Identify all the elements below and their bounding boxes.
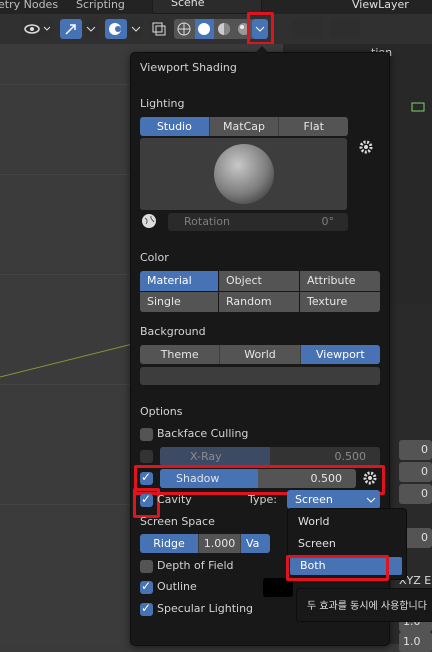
tab-scripting[interactable]: Scripting xyxy=(76,0,125,11)
cursor-icon xyxy=(65,24,76,35)
location-z-field[interactable]: 0 xyxy=(399,484,432,504)
shading-dropdown-button[interactable] xyxy=(252,19,268,39)
shading-mode-group xyxy=(174,19,254,39)
scene-name: Scene xyxy=(171,0,205,9)
overlay-toggle[interactable] xyxy=(105,19,127,39)
shadow-intensity-slider[interactable]: Shadow 0.500 xyxy=(160,469,356,488)
ridge-field[interactable]: Ridge 1.000 Va xyxy=(140,534,270,553)
cavity-type-menu: World Screen Both xyxy=(287,508,407,580)
tab-geometry-nodes[interactable]: etry Nodes xyxy=(0,0,58,11)
color-random-option[interactable]: Random xyxy=(219,292,299,312)
menu-item-both-label: Both xyxy=(300,559,326,572)
background-viewport-option[interactable]: Viewport xyxy=(300,345,380,364)
chevron-down-icon xyxy=(255,26,265,32)
sphere-preview-icon xyxy=(214,144,274,204)
lighting-matcap-option[interactable]: MatCap xyxy=(209,117,280,136)
backface-culling-label: Backface Culling xyxy=(157,427,249,440)
chevron-down-icon xyxy=(86,26,96,32)
depth-of-field-checkbox[interactable] xyxy=(140,560,153,573)
color-attribute-option[interactable]: Attribute xyxy=(300,271,380,291)
shadow-checkbox[interactable] xyxy=(140,470,153,485)
color-material-option[interactable]: Material xyxy=(140,271,218,291)
location-y-field[interactable]: 0 xyxy=(399,462,432,482)
cavity-type-label: Type: xyxy=(248,493,277,506)
background-heading: Background xyxy=(140,325,206,338)
rotation-label: Rotation xyxy=(184,215,231,228)
lighting-mode-selector: Studio MatCap Flat xyxy=(140,117,348,136)
gizmo-dropdown[interactable] xyxy=(84,19,98,39)
xray-toggle-icon xyxy=(152,22,166,36)
display-mode-button[interactable] xyxy=(330,19,360,39)
scene-selector[interactable]: Scene xyxy=(152,0,262,14)
rotation-value: 0° xyxy=(321,215,335,228)
ridge-value: 1.000 xyxy=(199,534,241,553)
popover-title: Viewport Shading xyxy=(140,61,237,74)
specular-lighting-label: Specular Lighting xyxy=(157,602,254,615)
menu-item-screen[interactable]: Screen xyxy=(298,537,336,550)
outline-color-swatch[interactable] xyxy=(263,578,293,597)
camera-icon xyxy=(411,102,425,112)
wireframe-icon[interactable] xyxy=(177,22,191,36)
xray-checkbox[interactable] xyxy=(140,450,153,463)
cavity-type-select[interactable]: Screen xyxy=(287,490,380,509)
tooltip-text: 두 효과를 동시에 사용합니다 xyxy=(307,601,427,612)
gear-icon[interactable] xyxy=(362,470,378,486)
visibility-dropdown[interactable] xyxy=(22,19,52,39)
background-world-option[interactable]: World xyxy=(220,345,301,364)
menu-item-world[interactable]: World xyxy=(298,515,330,528)
solid-icon[interactable] xyxy=(198,23,210,35)
chevron-down-icon xyxy=(366,497,376,503)
xray-alpha-slider[interactable]: X-Ray 0.500 xyxy=(160,447,380,466)
background-mode-selector: Theme World Viewport xyxy=(140,345,380,364)
xray-label: X-Ray xyxy=(190,450,222,463)
shadow-label: Shadow xyxy=(176,472,220,485)
world-icon[interactable] xyxy=(141,213,157,229)
xray-toggle[interactable] xyxy=(149,19,169,39)
screen-space-heading: Screen Space xyxy=(140,515,215,528)
studio-light-preview[interactable] xyxy=(140,138,347,210)
location-x-field[interactable]: 0 xyxy=(399,440,432,460)
rendered-icon[interactable] xyxy=(238,23,250,35)
specular-lighting-checkbox[interactable] xyxy=(140,601,153,616)
outline-label: Outline xyxy=(157,580,197,593)
shadow-value: 0.500 xyxy=(310,472,343,485)
viewport-header xyxy=(0,12,432,45)
cavity-label: Cavity xyxy=(157,493,192,506)
cavity-type-value: Screen xyxy=(295,493,333,506)
ridge-label: Ridge xyxy=(140,534,199,553)
overlay-icon xyxy=(109,23,121,35)
background-theme-option[interactable]: Theme xyxy=(140,345,221,364)
eye-icon xyxy=(24,24,51,34)
viewlayer-selector[interactable]: ViewLayer xyxy=(352,0,409,11)
lighting-heading: Lighting xyxy=(140,97,185,110)
y-axis-line xyxy=(0,340,146,380)
lighting-flat-option[interactable]: Flat xyxy=(279,117,348,136)
viewport-color-field[interactable] xyxy=(140,367,380,385)
scale-y-field[interactable]: 1.0 xyxy=(399,632,432,652)
color-object-option[interactable]: Object xyxy=(219,271,299,291)
backface-culling-checkbox[interactable] xyxy=(140,428,153,441)
valley-label: Va xyxy=(241,534,270,553)
depth-of-field-label: Depth of Field xyxy=(157,559,234,572)
gear-icon[interactable] xyxy=(358,139,374,155)
options-heading: Options xyxy=(140,405,183,418)
color-texture-option[interactable]: Texture xyxy=(300,292,380,312)
workspace-tabs: etry Nodes Scripting Scene ViewLayer xyxy=(0,0,432,14)
xray-value: 0.500 xyxy=(334,450,367,463)
menu-item-both[interactable]: Both xyxy=(290,557,402,575)
editor-type-button[interactable] xyxy=(292,19,322,39)
lighting-studio-option[interactable]: Studio xyxy=(140,117,210,136)
color-heading: Color xyxy=(140,251,169,264)
color-mode-grid: Material Object Attribute Single Random … xyxy=(140,271,380,312)
rotation-field[interactable]: Rotation 0° xyxy=(168,213,348,231)
material-icon[interactable] xyxy=(218,23,230,35)
chevron-down-icon xyxy=(131,26,141,32)
tooltip: 두 효과를 동시에 사용합니다 xyxy=(296,588,432,622)
color-single-option[interactable]: Single xyxy=(140,292,218,312)
overlay-dropdown[interactable] xyxy=(129,19,143,39)
gizmo-toggle[interactable] xyxy=(60,19,82,39)
outline-checkbox[interactable] xyxy=(140,579,153,594)
cavity-checkbox[interactable] xyxy=(140,492,153,507)
